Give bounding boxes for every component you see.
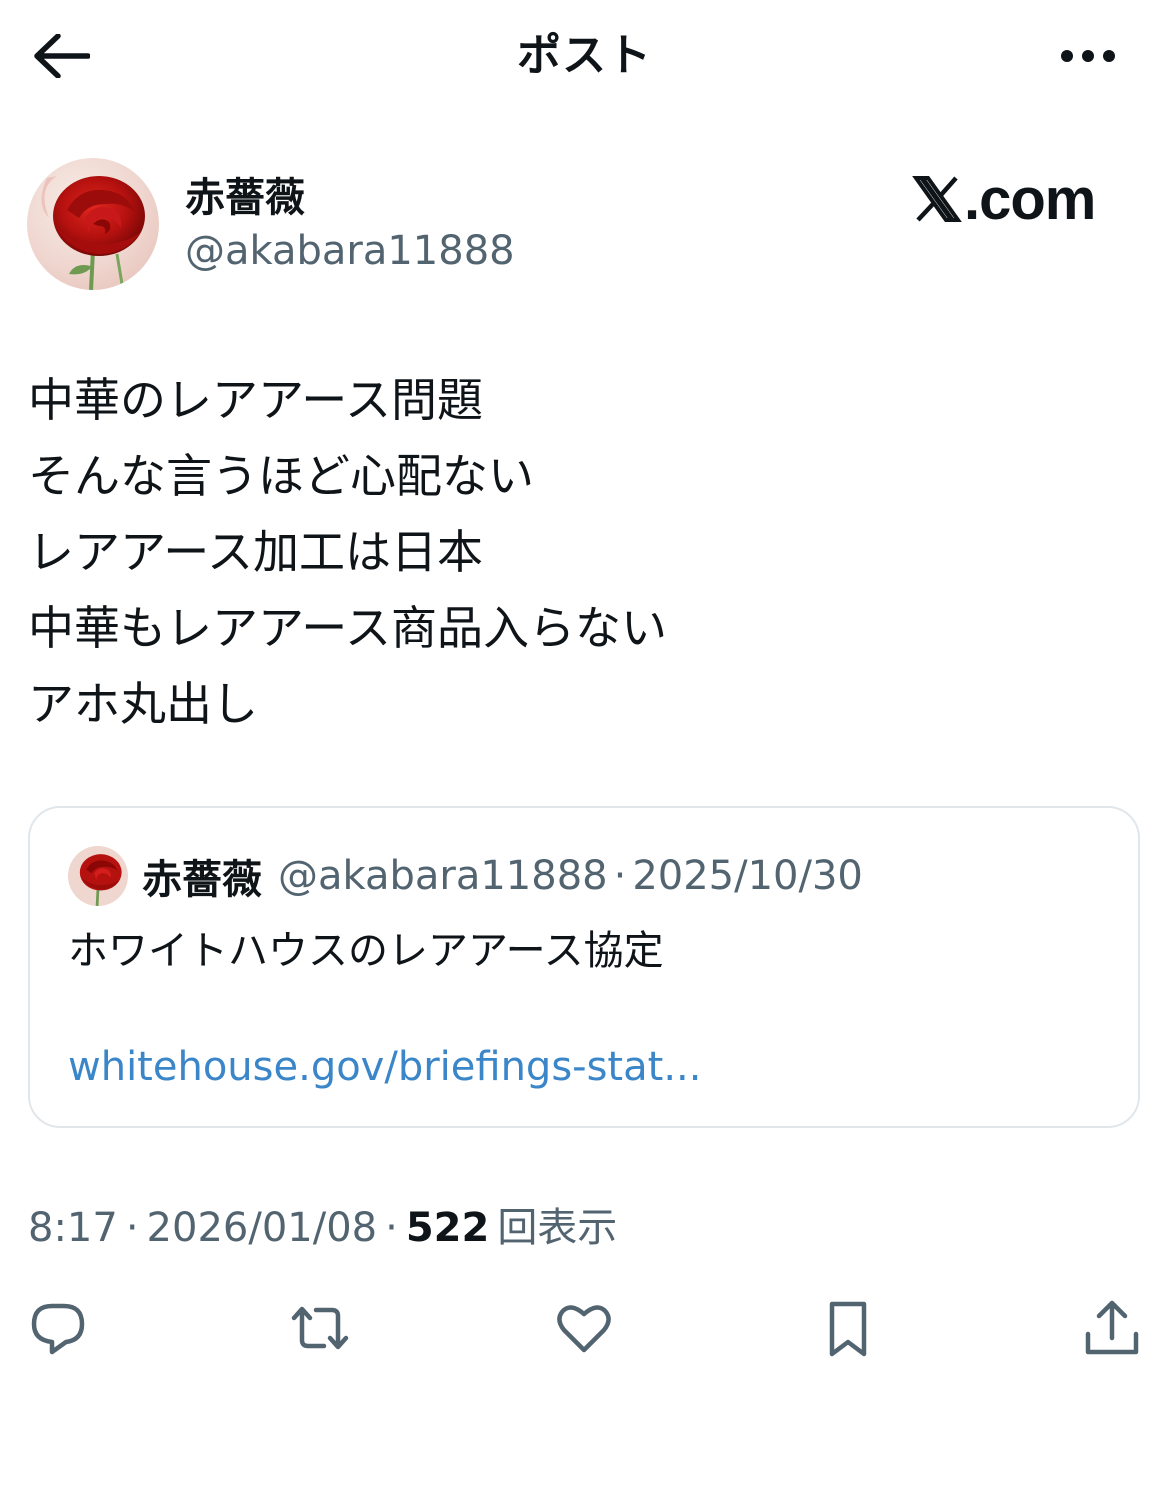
quoted-post-header: 赤薔薇 @akabara11888 · 2025/10/30 [68, 844, 863, 908]
post-text: 中華のレアアース問題 そんな言うほど心配ない レアアース加工は日本 中華もレアア… [28, 362, 1138, 742]
views-count[interactable]: 522 [406, 1205, 490, 1251]
share-icon [1085, 1300, 1139, 1355]
bookmark-button[interactable] [816, 1296, 880, 1360]
quoted-post-text: ホワイトハウスのレアアース協定 [68, 928, 664, 974]
post-line: レアアース加工は日本 [28, 525, 483, 579]
like-button[interactable] [552, 1296, 616, 1360]
reply-button[interactable] [26, 1296, 90, 1360]
top-bar: ポスト [0, 0, 1169, 112]
heart-icon [557, 1305, 611, 1353]
post-line: 中華もレアアース商品入らない [28, 601, 667, 655]
post-date[interactable]: 2026/01/08 [147, 1205, 378, 1251]
quoted-author-handle: @akabara11888 [278, 853, 608, 899]
red-rose-avatar [68, 846, 128, 906]
more-button[interactable] [1057, 34, 1119, 78]
author-handle[interactable]: @akabara11888 [185, 225, 515, 277]
post-line: アホ丸出し [28, 677, 258, 731]
share-button[interactable] [1080, 1296, 1144, 1360]
repost-icon [291, 1306, 349, 1350]
red-rose-avatar [27, 158, 159, 290]
quoted-author-name: 赤薔薇 [142, 857, 262, 903]
post-time[interactable]: 8:17 [28, 1205, 118, 1251]
post-line: そんな言うほど心配ない [28, 449, 534, 503]
page-title: ポスト [517, 30, 652, 81]
reply-icon [31, 1303, 85, 1355]
repost-button[interactable] [288, 1296, 352, 1360]
avatar[interactable] [27, 158, 159, 290]
quoted-post-card[interactable]: 赤薔薇 @akabara11888 · 2025/10/30 ホワイトハウスのレ… [28, 806, 1140, 1128]
quoted-date: 2025/10/30 [632, 853, 863, 899]
quoted-avatar [68, 846, 128, 906]
quoted-post-link[interactable]: whitehouse.gov/briefings-stat... [68, 1040, 701, 1094]
more-horizontal-icon [1061, 50, 1115, 62]
author-name[interactable]: 赤薔薇 [185, 172, 305, 224]
post-line: 中華のレアアース問題 [28, 373, 483, 427]
meta-separator: · [385, 1205, 398, 1251]
x-logo-icon [912, 176, 962, 222]
post-meta: 8:17 · 2026/01/08 · 522 回表示 [28, 1202, 617, 1254]
meta-separator: · [125, 1205, 139, 1251]
views-label: 回表示 [497, 1205, 618, 1251]
brand-watermark: .com [912, 166, 1096, 232]
action-bar [0, 1296, 1169, 1366]
bookmark-icon [829, 1301, 867, 1357]
brand-suffix: .com [964, 166, 1096, 232]
quoted-separator: · [613, 853, 627, 899]
